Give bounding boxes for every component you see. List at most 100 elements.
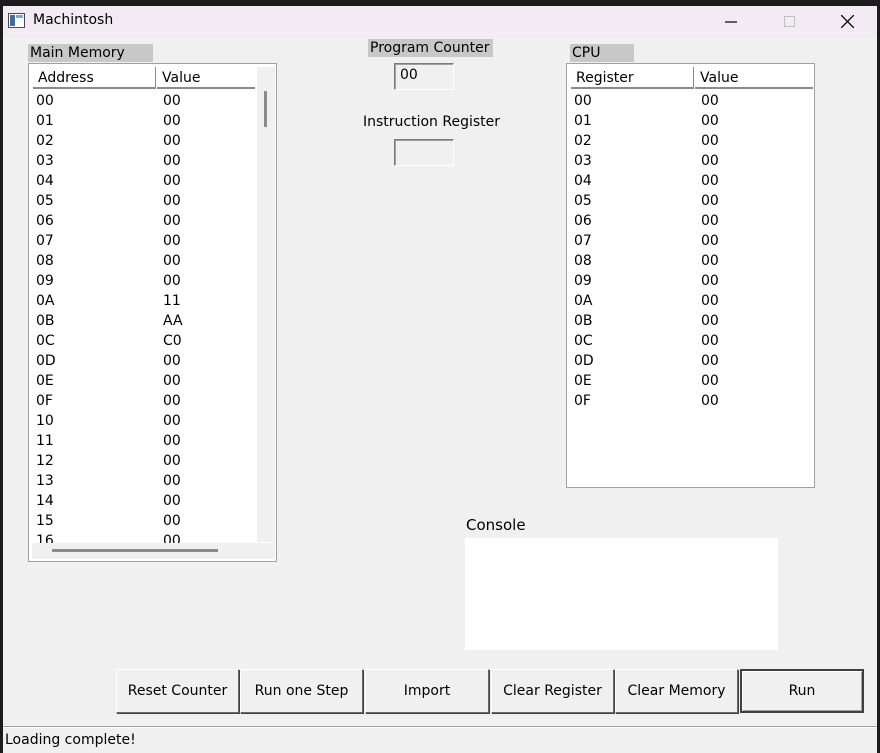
memory-row-value: 00 [163, 433, 181, 449]
memory-row-key: 16 [36, 533, 54, 543]
memory-row[interactable]: 00 00 [32, 91, 255, 111]
cpu-row[interactable]: 0E 00 [570, 371, 719, 391]
cpu-label: CPU [570, 44, 634, 62]
memory-column-value[interactable]: Value [156, 67, 255, 89]
memory-row-key: 11 [36, 433, 54, 449]
memory-vertical-scroll-thumb[interactable] [264, 91, 267, 127]
maximize-icon [783, 16, 795, 27]
cpu-row[interactable]: 07 00 [570, 231, 719, 251]
cpu-row-key: 0A [574, 293, 593, 309]
clear-register-button[interactable]: Clear Register [491, 669, 614, 713]
memory-row[interactable]: 07 00 [32, 231, 255, 251]
cpu-row-key: 0F [574, 393, 591, 409]
memory-row-key: 0F [36, 393, 53, 409]
memory-row[interactable]: 06 00 [32, 211, 255, 231]
memory-row-value: 00 [163, 113, 181, 129]
import-button[interactable]: Import [365, 669, 489, 713]
memory-row[interactable]: 13 00 [32, 471, 255, 491]
cpu-row[interactable]: 0C 00 [570, 331, 719, 351]
clear-memory-button[interactable]: Clear Memory [615, 669, 738, 713]
memory-row-key: 02 [36, 133, 54, 149]
memory-row-value: 00 [163, 453, 181, 469]
program-counter-field: 00 [394, 63, 454, 90]
minimize-icon [725, 20, 737, 23]
memory-horizontal-scroll-thumb[interactable] [52, 549, 218, 552]
close-button[interactable] [824, 6, 870, 37]
memory-row[interactable]: 14 00 [32, 491, 255, 511]
memory-row-value: 11 [163, 293, 181, 309]
memory-row[interactable]: 04 00 [32, 171, 255, 191]
run-one-step-button[interactable]: Run one Step [240, 669, 363, 713]
close-icon [840, 15, 854, 28]
cpu-row[interactable]: 02 00 [570, 131, 719, 151]
memory-row[interactable]: 0E 00 [32, 371, 255, 391]
memory-column-address[interactable]: Address [32, 67, 156, 89]
memory-row[interactable]: 01 00 [32, 111, 255, 131]
cpu-row[interactable]: 05 00 [570, 191, 719, 211]
memory-row-key: 13 [36, 473, 54, 489]
cpu-table-header: Register Value [570, 67, 813, 89]
memory-row[interactable]: 12 00 [32, 451, 255, 471]
cpu-row-value: 00 [701, 393, 719, 409]
run-button[interactable]: Run [740, 669, 864, 713]
memory-row-key: 0B [36, 313, 55, 329]
scrollbar-corner [257, 543, 275, 559]
memory-rows: 00 00 01 00 02 00 03 00 04 00 05 00 06 00 07 00 08 00 09 00… [32, 91, 255, 543]
cpu-column-value[interactable]: Value [694, 67, 813, 89]
cpu-row[interactable]: 06 00 [570, 211, 719, 231]
cpu-row-value: 00 [701, 313, 719, 329]
memory-row[interactable]: 0B AA [32, 311, 255, 331]
cpu-row[interactable]: 0D 00 [570, 351, 719, 371]
console-label: Console [466, 516, 526, 534]
cpu-row[interactable]: 03 00 [570, 151, 719, 171]
memory-row-value: 00 [163, 493, 181, 509]
cpu-row-value: 00 [701, 213, 719, 229]
cpu-row[interactable]: 0A 00 [570, 291, 719, 311]
instruction-register-label: Instruction Register [363, 114, 501, 130]
memory-row-key: 00 [36, 93, 54, 109]
title-bar[interactable]: Machintosh [3, 6, 877, 37]
memory-row[interactable]: 08 00 [32, 251, 255, 271]
memory-row[interactable]: 15 00 [32, 511, 255, 531]
memory-table[interactable]: Address Value 00 00 01 00 02 00 03 00 04 00 05 00 06… [28, 63, 277, 562]
memory-row-key: 14 [36, 493, 54, 509]
memory-row[interactable]: 10 00 [32, 411, 255, 431]
memory-row-key: 0D [36, 353, 56, 369]
cpu-row[interactable]: 01 00 [570, 111, 719, 131]
memory-row[interactable]: 0D 00 [32, 351, 255, 371]
memory-row[interactable]: 0C C0 [32, 331, 255, 351]
memory-row-value: 00 [163, 173, 181, 189]
main-memory-label: Main Memory [28, 44, 153, 62]
memory-row[interactable]: 0F 00 [32, 391, 255, 411]
cpu-row-value: 00 [701, 153, 719, 169]
memory-row-value: 00 [163, 373, 181, 389]
memory-row[interactable]: 0A 11 [32, 291, 255, 311]
memory-row[interactable]: 11 00 [32, 431, 255, 451]
memory-row-value: 00 [163, 153, 181, 169]
cpu-row[interactable]: 08 00 [570, 251, 719, 271]
cpu-row[interactable]: 0F 00 [570, 391, 719, 411]
memory-row[interactable]: 09 00 [32, 271, 255, 291]
maximize-button[interactable] [766, 6, 812, 37]
memory-vertical-scrollbar[interactable] [257, 67, 275, 542]
memory-row[interactable]: 05 00 [32, 191, 255, 211]
console-output[interactable] [465, 538, 778, 650]
memory-row[interactable]: 03 00 [32, 151, 255, 171]
minimize-button[interactable] [708, 6, 754, 37]
instruction-register-field [394, 139, 454, 166]
cpu-column-register[interactable]: Register [570, 67, 694, 89]
cpu-row[interactable]: 09 00 [570, 271, 719, 291]
memory-row-value: 00 [163, 513, 181, 529]
memory-row-value: 00 [163, 353, 181, 369]
cpu-row[interactable]: 04 00 [570, 171, 719, 191]
cpu-row-key: 05 [574, 193, 592, 209]
reset-counter-button[interactable]: Reset Counter [116, 669, 239, 713]
memory-row[interactable]: 16 00 [32, 531, 255, 543]
cpu-register-table[interactable]: Register Value 00 00 01 00 02 00 03 00 04 00 05 00 0… [566, 63, 815, 488]
cpu-row[interactable]: 0B 00 [570, 311, 719, 331]
memory-row-key: 10 [36, 413, 54, 429]
memory-row-key: 01 [36, 113, 54, 129]
memory-horizontal-scrollbar[interactable] [32, 543, 257, 559]
cpu-row[interactable]: 00 00 [570, 91, 719, 111]
memory-row[interactable]: 02 00 [32, 131, 255, 151]
